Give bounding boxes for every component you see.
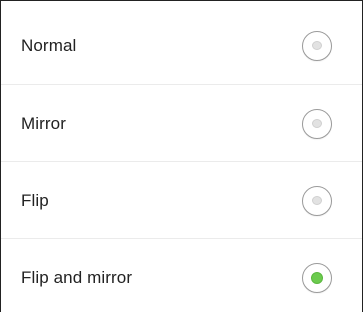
option-flip-radio[interactable] [302, 185, 332, 216]
option-normal-radio[interactable] [302, 30, 332, 61]
orientation-options-list: Normal Mirror Flip Flip and mirror [0, 0, 363, 312]
option-mirror[interactable]: Mirror [1, 85, 362, 162]
option-normal[interactable]: Normal [1, 7, 362, 84]
option-flip-and-mirror-radio[interactable] [302, 262, 332, 293]
radio-dot-icon [312, 119, 322, 128]
option-mirror-label: Mirror [21, 113, 66, 133]
option-normal-label: Normal [21, 35, 77, 55]
radio-dot-icon [312, 41, 322, 50]
option-flip-and-mirror-label: Flip and mirror [21, 267, 133, 287]
option-flip-label: Flip [21, 190, 49, 210]
option-flip-and-mirror[interactable]: Flip and mirror [1, 239, 362, 316]
option-mirror-radio[interactable] [302, 108, 332, 139]
radio-dot-icon [312, 196, 322, 205]
option-flip[interactable]: Flip [1, 162, 362, 239]
radio-dot-icon [311, 271, 323, 284]
